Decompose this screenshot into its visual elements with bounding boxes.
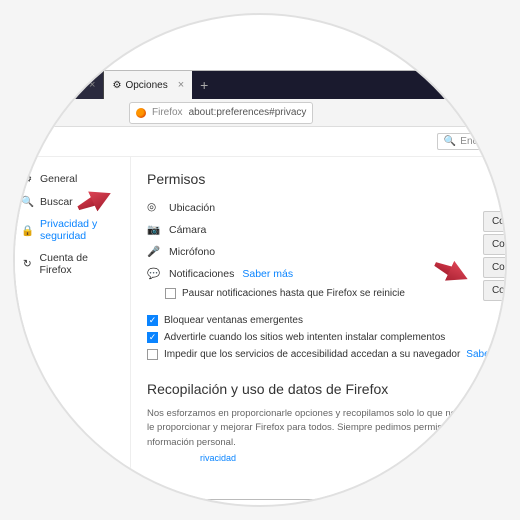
search-row: 🔍 Encontrar en Opcion [15,127,505,157]
tab-active[interactable]: ⚙ Opciones × [104,71,192,99]
checkbox-label: Bloquear ventanas emergentes [164,315,303,326]
sidebar-item-search[interactable]: 🔍 Buscar [17,190,124,213]
firefox-icon [136,108,146,118]
perm-row-notifications: 💬 Notificaciones Saber más [147,263,505,285]
tab-bar: n a los proble × ⚙ Opciones × + [15,71,505,99]
search-placeholder: Encontrar en Opcion [460,136,505,147]
checkbox[interactable] [147,349,158,360]
checkbox[interactable] [165,288,176,299]
sidebar-item-label: Privacidad y seguridad [40,218,120,242]
exception-button-column: Excepciones Excepciones [496,343,505,387]
checkbox-label: Advertirle cuando los sitios web intente… [164,332,445,343]
gear-icon: ⚙ [112,80,121,91]
section-body: Nos esforzamos en proporcionarle opcione… [147,407,505,450]
sidebar-item-label: Cuenta de Firefox [40,252,120,276]
search-icon: 🔍 [444,136,456,147]
url-prefix: Firefox [152,107,183,118]
perm-label: Ubicación [169,202,505,214]
config-button[interactable]: Configuración... [483,280,505,301]
block-accessibility-row: Impedir que los servicios de accesibilid… [147,346,505,363]
location-icon: ◎ [147,201,161,215]
perm-row-camera: 📷 Cámara [147,219,505,241]
perm-label: Micrófono [169,246,505,258]
pause-notifications-row: Pausar notificaciones hasta que Firefox … [165,285,505,302]
sidebar-item-label: General [40,173,77,185]
firefox-window: n a los proble × ⚙ Opciones × + Firefox … [15,70,505,500]
perm-label: Notificaciones [169,268,234,280]
sidebar-item-privacy[interactable]: 🔒 Privacidad y seguridad [17,213,124,247]
close-icon[interactable]: × [89,79,95,91]
section-heading: Recopilación y uso de datos de Firefox [147,381,505,397]
url-bar[interactable]: Firefox about:preferences#privacy [129,102,313,124]
sidebar-item-account[interactable]: ↻ Cuenta de Firefox [17,247,124,281]
lock-icon: 🔒 [21,224,34,237]
section-heading: Permisos [147,171,505,187]
sidebar: ⚙ General 🔍 Buscar 🔒 Privacidad y seguri… [15,157,131,499]
new-tab-button[interactable]: + [192,71,216,99]
checkbox-label: Impedir que los servicios de accesibilid… [164,349,460,360]
checkbox[interactable] [147,332,158,343]
tab-label: n a los proble [19,80,79,91]
search-input[interactable]: 🔍 Encontrar en Opcion [437,133,505,150]
perm-row-location: ◎ Ubicación [147,197,505,219]
camera-icon: 📷 [147,223,161,237]
sidebar-item-general[interactable]: ⚙ General [17,167,124,190]
privacy-link[interactable]: rivacidad [200,453,236,463]
config-button[interactable]: Configuración... [483,211,505,232]
data-collection-section: Recopilación y uso de datos de Firefox N… [147,381,505,450]
checkbox-label: Pausar notificaciones hasta que Firefox … [182,288,405,299]
config-button[interactable]: Configuración... [483,234,505,255]
config-button[interactable]: Configuración... [483,257,505,278]
perm-row-microphone: 🎤 Micrófono [147,241,505,263]
main-content: Permisos ◎ Ubicación 📷 Cámara 🎤 Micrófon… [131,157,505,499]
config-button-column: Configuración... Configuración... Config… [483,211,505,301]
mic-icon: 🎤 [147,245,161,259]
block-popups-row: Bloquear ventanas emergentes [147,312,505,329]
warn-addons-row: Advertirle cuando los sitios web intente… [147,329,505,346]
tab-label: Opciones [125,80,167,91]
chat-icon: 💬 [147,267,161,281]
sync-icon: ↻ [21,258,34,271]
perm-label: Cámara [169,224,505,236]
gear-icon: ⚙ [21,172,34,185]
checkbox[interactable] [147,315,158,326]
url-text: about:preferences#privacy [189,107,307,118]
exceptions-button[interactable]: Excepciones [496,343,505,364]
toolbar: Firefox about:preferences#privacy [15,99,505,127]
exceptions-button[interactable]: Excepciones [496,366,505,387]
sidebar-item-label: Buscar [40,196,73,208]
close-icon[interactable]: × [178,79,184,91]
search-icon: 🔍 [21,195,34,208]
tab-inactive[interactable]: n a los proble × [15,71,104,99]
learn-more-link[interactable]: Saber más [242,268,293,280]
